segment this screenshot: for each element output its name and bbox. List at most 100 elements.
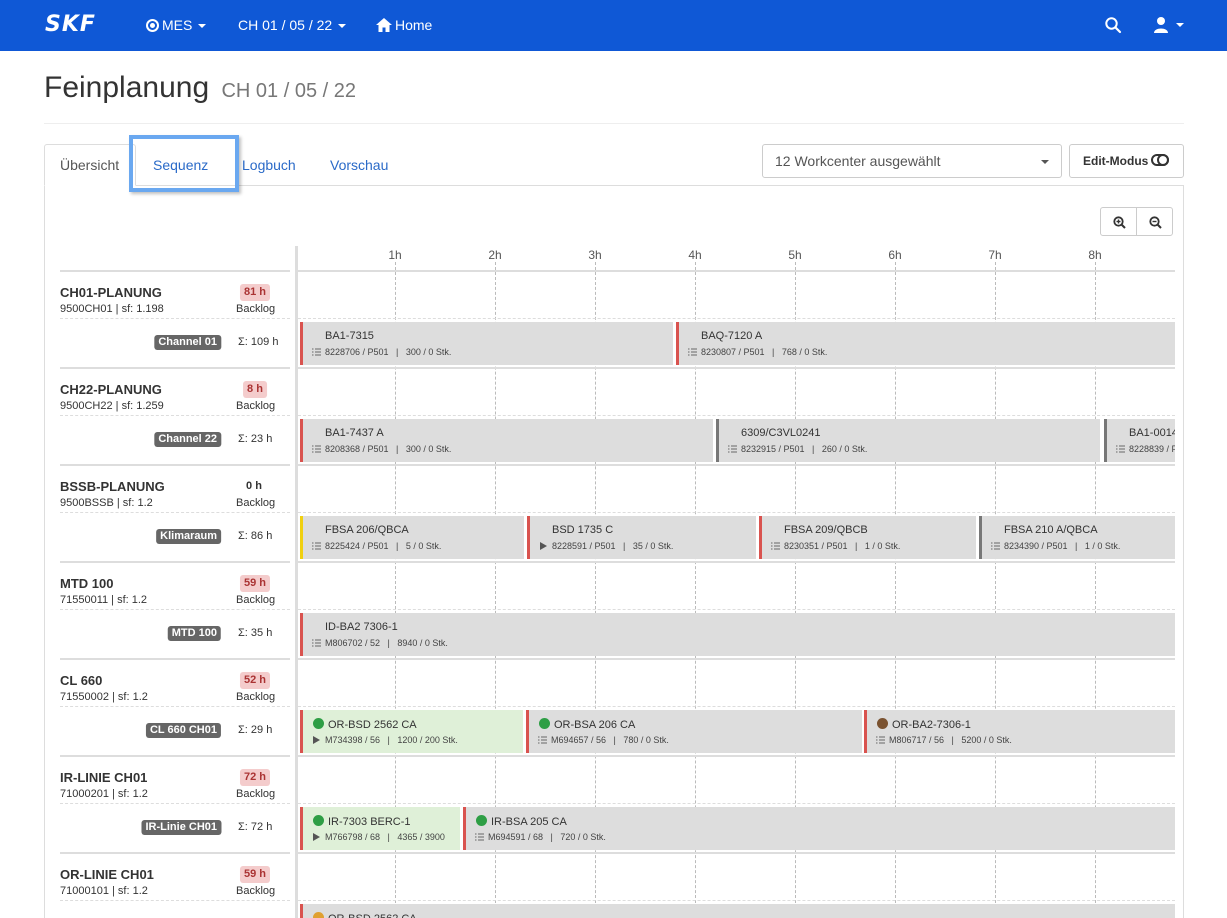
order-bar-title: BA1-7315: [325, 330, 374, 343]
page-title: Feinplanung CH 01 / 05 / 22: [44, 70, 356, 109]
backlog-badge: 52 h: [239, 672, 271, 689]
channel-badge: Channel 01: [154, 335, 221, 350]
gantt-row-separator: [298, 270, 1175, 272]
tab-ubersicht[interactable]: Übersicht: [60, 157, 119, 174]
order-bar[interactable]: IR-BSA 205 CA M694591 / 68 | 720 / 0 Stk.: [463, 807, 1175, 850]
order-bar[interactable]: OR-BSD 2562 CA M734398 / 56 | 1200 / 200 …: [300, 710, 523, 753]
order-bar[interactable]: BAQ-7120 A 8230807 / P501 | 768 / 0 Stk.: [676, 322, 1175, 365]
gantt-left-separator: [295, 246, 298, 918]
workcenter-name: CH01-PLANUNG: [60, 285, 162, 300]
workcenter-meta: 9500CH01 | sf: 1.198: [60, 303, 164, 315]
backlog-label: Backlog: [236, 594, 276, 606]
gantt-subrow-separator: [298, 415, 1175, 416]
list-icon: [876, 736, 885, 744]
order-bar[interactable]: BA1-7315 8228706 / P501 | 300 / 0 Stk.: [300, 322, 673, 365]
channel-badge: CL 660 CH01: [145, 723, 221, 738]
status-dot-icon: [313, 815, 324, 826]
order-bar-title: BA1-0014: [1129, 427, 1175, 440]
status-dot-icon: [539, 718, 550, 729]
gantt-subrow-separator: [298, 512, 1175, 513]
period-menu[interactable]: CH 01 / 05 / 22: [238, 17, 347, 34]
order-bar[interactable]: FBSA 209/QBCB 8230351 / P501 | 1 / 0 Stk.: [759, 516, 976, 559]
order-bar[interactable]: BA1-0014 8228839 / P: [1104, 419, 1175, 462]
order-bar-details: M806702 / 52 | 8940 / 0 Stk.: [312, 638, 448, 649]
order-bar-title: BAQ-7120 A: [701, 330, 762, 343]
workcenter-name: IR-LINIE CH01: [60, 770, 148, 785]
gantt-subrow-separator: [298, 318, 1175, 319]
workcenter-meta: 9500BSSB | sf: 1.2: [60, 497, 153, 509]
workcenter-row-separator: [60, 561, 290, 563]
order-bar-title: FBSA 210 A/QBCA: [1004, 524, 1098, 537]
order-bar[interactable]: 6309/C3VL0241 8232915 / P501 | 260 / 0 St…: [716, 419, 1100, 462]
list-icon: [538, 736, 547, 744]
order-bar-details-text: 8225424 / P501 | 5 / 0 Stk.: [325, 541, 442, 551]
workcenter-select[interactable]: 12 Workcenter ausgewählt: [762, 144, 1062, 178]
order-bar[interactable]: OR-BA2-7306-1 M806717 / 56 | 5200 / 0 Stk…: [864, 710, 1175, 753]
zoom-in-button[interactable]: [1100, 207, 1137, 236]
tab-logbuch[interactable]: Logbuch: [242, 157, 296, 174]
order-bar[interactable]: FBSA 206/QBCA 8225424 / P501 | 5 / 0 Stk.: [300, 516, 524, 559]
order-bar-title: 6309/C3VL0241: [741, 427, 821, 440]
time-tick-label: 6h: [888, 248, 902, 262]
list-icon: [312, 639, 321, 647]
order-bar[interactable]: BA1-7437 A 8208368 / P501 | 300 / 0 Stk.: [300, 419, 713, 462]
status-dot-icon: [313, 718, 324, 729]
zoom-out-button[interactable]: [1136, 207, 1173, 236]
edit-mode-toggle-button[interactable]: Edit-Modus: [1069, 144, 1184, 178]
order-bar-title-text: BA1-0014: [1129, 427, 1175, 439]
list-icon: [312, 348, 321, 356]
order-bar-details-text: M734398 / 56 | 1200 / 200 Stk.: [325, 735, 458, 745]
sum-hours-label: Σ: 72 h: [238, 821, 273, 833]
edit-mode-label: Edit-Modus: [1083, 154, 1149, 168]
backlog-label: Backlog: [236, 400, 276, 412]
order-bar[interactable]: FBSA 210 A/QBCA 8234390 / P501 | 1 / 0 St…: [979, 516, 1175, 559]
list-icon: [688, 348, 697, 356]
order-bar-title-text: FBSA 210 A/QBCA: [1004, 524, 1098, 536]
gantt-row-separator: [298, 561, 1175, 563]
status-dot-icon: [476, 815, 487, 826]
order-bar-title-text: 6309/C3VL0241: [741, 427, 821, 439]
order-bar[interactable]: BSD 1735 C 8228591 / P501 | 35 / 0 Stk.: [527, 516, 756, 559]
header-divider: [44, 123, 1184, 124]
order-bar-title: FBSA 206/QBCA: [325, 524, 409, 537]
time-tick-label: 5h: [788, 248, 802, 262]
backlog-badge: 81 h: [239, 284, 271, 301]
order-bar-title-text: IR-BSA 205 CA: [491, 816, 567, 828]
list-icon: [475, 833, 484, 841]
order-bar[interactable]: ID-BA2 7306-1 M806702 / 52 | 8940 / 0 Stk…: [300, 613, 1175, 656]
home-icon: [376, 18, 392, 32]
home-link[interactable]: Home: [376, 17, 432, 34]
order-bar[interactable]: IR-7303 BERC-1 M766798 / 68 | 4365 / 3900: [300, 807, 460, 850]
order-bar-title: OR-BSD 2562 CA: [313, 718, 417, 732]
status-dot-icon: [877, 718, 888, 729]
order-bar-details: 8208368 / P501 | 300 / 0 Stk.: [312, 444, 451, 455]
order-bar-details-text: M766798 / 68 | 4365 / 3900: [325, 832, 445, 842]
play-icon: [313, 736, 320, 744]
backlog-badge: 59 h: [239, 866, 271, 883]
order-bar-details-text: 8230807 / P501 | 768 / 0 Stk.: [701, 347, 828, 357]
order-bar-details-text: 8208368 / P501 | 300 / 0 Stk.: [325, 444, 452, 454]
channel-badge: Channel 22: [154, 432, 221, 447]
status-dot-icon: [313, 912, 324, 918]
order-bar-details: 8234390 / P501 | 1 / 0 Stk.: [991, 541, 1120, 552]
workcenter-subrow-separator: [60, 706, 290, 707]
target-icon: [146, 19, 159, 32]
search-icon[interactable]: [1104, 16, 1122, 34]
workcenter-select-value: 12 Workcenter ausgewählt: [775, 153, 941, 169]
order-bar-details: M694657 / 56 | 780 / 0 Stk.: [538, 735, 669, 746]
tab-vorschau[interactable]: Vorschau: [330, 157, 388, 174]
sum-hours-label: Σ: 23 h: [238, 433, 273, 445]
user-menu-icon[interactable]: [1153, 16, 1187, 34]
order-bar-title-text: IR-7303 BERC-1: [328, 816, 411, 828]
order-bar[interactable]: OR-BSA 206 CA M694657 / 56 | 780 / 0 Stk.: [526, 710, 862, 753]
workcenter-meta: 9500CH22 | sf: 1.259: [60, 400, 164, 412]
channel-badge: Klimaraum: [156, 529, 221, 544]
gantt-subrow-separator: [298, 609, 1175, 610]
order-bar[interactable]: OR-BSD 2562 CA: [300, 904, 1175, 918]
mes-menu[interactable]: MES: [146, 17, 207, 34]
skf-logo[interactable]: SKF: [45, 14, 96, 36]
workcenter-subrow-separator: [60, 318, 290, 319]
order-bar-details-text: M694591 / 68 | 720 / 0 Stk.: [488, 832, 606, 842]
workcenter-meta: 71000101 | sf: 1.2: [60, 885, 148, 897]
workcenter-row-separator: [60, 464, 290, 466]
